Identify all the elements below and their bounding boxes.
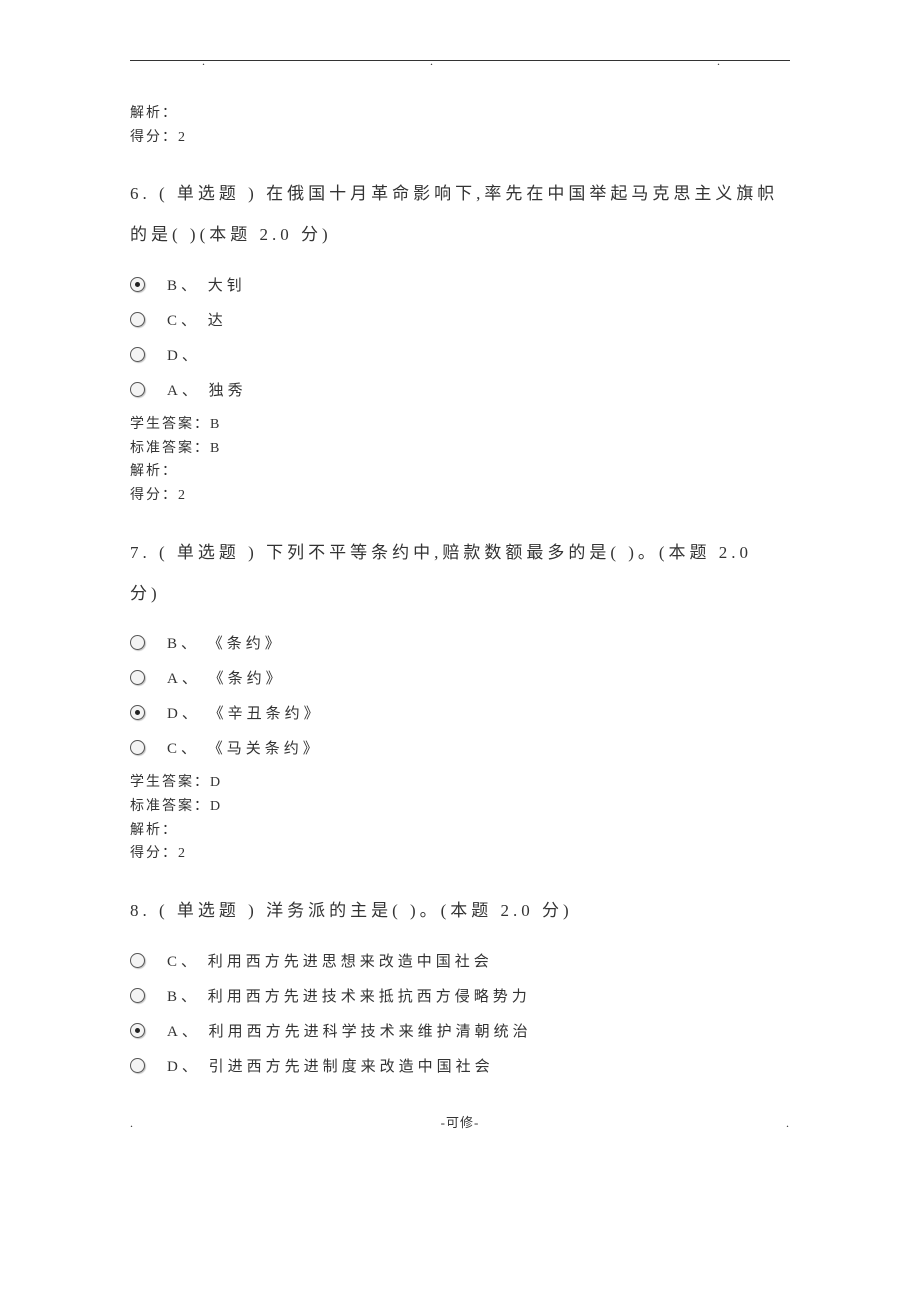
question-7-stem: 7. ( 单选题 ) 下列不平等条约中,赔款数额最多的是( )。(本题 2.0 … — [130, 533, 790, 615]
option-label: A、 独秀 — [167, 379, 247, 400]
radio-icon[interactable] — [130, 347, 145, 362]
option-row[interactable]: A、 《条约》 — [130, 667, 790, 688]
radio-icon[interactable] — [130, 1058, 145, 1073]
rule-dot: . — [717, 54, 720, 69]
option-row[interactable]: C、 利用西方先进思想来改造中国社会 — [130, 950, 790, 971]
option-row[interactable]: D、 引进西方先进制度来改造中国社会 — [130, 1055, 790, 1076]
option-row[interactable]: B、 大钊 — [130, 274, 790, 295]
option-row[interactable]: B、 利用西方先进技术来抵抗西方侵略势力 — [130, 985, 790, 1006]
radio-icon[interactable] — [130, 740, 145, 755]
question-7-options: B、 《条约》 A、 《条约》 D、 《辛丑条约》 C、 《马关条约》 — [130, 632, 790, 758]
option-row[interactable]: D、 — [130, 344, 790, 365]
analysis-label: 解析： — [130, 103, 790, 125]
header-rule: . . . — [130, 60, 790, 61]
question-8-options: C、 利用西方先进思想来改造中国社会 B、 利用西方先进技术来抵抗西方侵略势力 … — [130, 950, 790, 1076]
option-label: C、 《马关条约》 — [167, 737, 322, 758]
radio-icon[interactable] — [130, 635, 145, 650]
radio-icon[interactable] — [130, 988, 145, 1003]
student-answer: 学生答案：B — [130, 414, 790, 436]
option-label: D、 《辛丑条约》 — [167, 702, 323, 723]
score-label: 得分：2 — [130, 485, 790, 507]
option-label: D、 引进西方先进制度来改造中国社会 — [167, 1055, 494, 1076]
option-label: D、 — [167, 344, 201, 365]
option-label: C、 达 — [167, 309, 227, 330]
student-answer: 学生答案：D — [130, 772, 790, 794]
option-row[interactable]: D、 《辛丑条约》 — [130, 702, 790, 723]
radio-icon[interactable] — [130, 312, 145, 327]
analysis-label: 解析： — [130, 461, 790, 483]
option-row[interactable]: B、 《条约》 — [130, 632, 790, 653]
page-footer: -可修- — [130, 1112, 790, 1131]
radio-icon[interactable] — [130, 953, 145, 968]
score-label: 得分：2 — [130, 843, 790, 865]
option-label: C、 利用西方先进思想来改造中国社会 — [167, 950, 493, 971]
radio-icon[interactable] — [130, 1023, 145, 1038]
standard-answer: 标准答案：D — [130, 796, 790, 818]
radio-icon[interactable] — [130, 670, 145, 685]
rule-dot: . — [430, 54, 433, 69]
question-6-options: B、 大钊 C、 达 D、 A、 独秀 — [130, 274, 790, 400]
option-label: B、 大钊 — [167, 274, 246, 295]
question-8-stem: 8. ( 单选题 ) 洋务派的主是( )。(本题 2.0 分) — [130, 891, 790, 932]
option-row[interactable]: C、 《马关条约》 — [130, 737, 790, 758]
standard-answer: 标准答案：B — [130, 438, 790, 460]
footer-text: -可修- — [441, 1115, 480, 1130]
radio-icon[interactable] — [130, 382, 145, 397]
radio-icon[interactable] — [130, 705, 145, 720]
question-6-answer-block: 学生答案：B 标准答案：B 解析： 得分：2 — [130, 414, 790, 507]
option-row[interactable]: A、 独秀 — [130, 379, 790, 400]
prev-question-tail: 解析： 得分：2 — [130, 103, 790, 148]
radio-icon[interactable] — [130, 277, 145, 292]
question-7-answer-block: 学生答案：D 标准答案：D 解析： 得分：2 — [130, 772, 790, 865]
score-label: 得分：2 — [130, 127, 790, 149]
option-label: A、 利用西方先进科学技术来维护清朝统治 — [167, 1020, 532, 1041]
analysis-label: 解析： — [130, 820, 790, 842]
option-label: A、 《条约》 — [167, 667, 285, 688]
rule-dot: . — [202, 54, 205, 69]
option-row[interactable]: A、 利用西方先进科学技术来维护清朝统治 — [130, 1020, 790, 1041]
question-6-stem: 6. ( 单选题 ) 在俄国十月革命影响下,率先在中国举起马克思主义旗帜的是( … — [130, 174, 790, 256]
exam-page: . . . 解析： 得分：2 6. ( 单选题 ) 在俄国十月革命影响下,率先在… — [0, 0, 920, 1171]
option-label: B、 《条约》 — [167, 632, 284, 653]
option-label: B、 利用西方先进技术来抵抗西方侵略势力 — [167, 985, 531, 1006]
option-row[interactable]: C、 达 — [130, 309, 790, 330]
